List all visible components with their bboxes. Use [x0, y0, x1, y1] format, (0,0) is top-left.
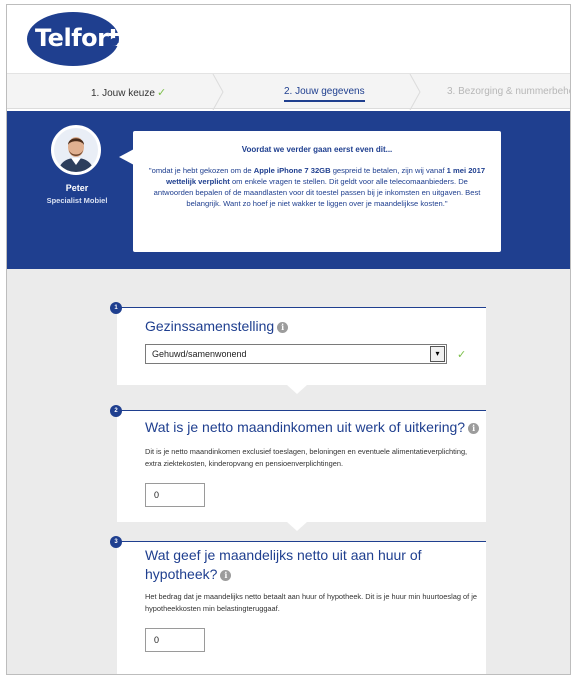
page-frame: Telfort 1. Jouw keuze ✓ 2. Jouw gegevens … — [6, 4, 571, 675]
question-title-line-2: hypotheek? i — [145, 565, 422, 584]
form-area: 1 Gezinssamenstelling i Gehuwd/samenwonen… — [7, 269, 570, 674]
question-title-text: hypotheek? — [145, 566, 218, 582]
advisor-section: Peter Specialist Mobiel Voordat we verde… — [7, 111, 570, 269]
info-icon[interactable]: i — [277, 322, 289, 333]
speech-bubble: Voordat we verder gaan eerst even dit...… — [133, 131, 501, 252]
check-icon: ✓ — [156, 87, 167, 99]
bubble-text: "omdat je hebt gekozen om de Apple iPhon… — [147, 165, 487, 209]
checkout-steps: 1. Jouw keuze ✓ 2. Jouw gegevens 3. Bezor… — [7, 73, 570, 110]
step-jouw-keuze[interactable]: 1. Jouw keuze ✓ — [91, 86, 166, 99]
bubble-text-part: "omdat je hebt gekozen om de — [148, 166, 254, 175]
site-header: Telfort — [7, 5, 570, 73]
huur-hypotheek-input[interactable]: 0 — [145, 628, 205, 652]
netto-inkomen-input[interactable]: 0 — [145, 483, 205, 507]
card-pointer — [287, 385, 307, 394]
avatar — [51, 125, 101, 175]
step-separator — [409, 74, 421, 110]
speech-bubble-tail — [119, 149, 134, 165]
logo-text: Telfort — [35, 24, 120, 52]
select-value: Gehuwd/samenwonend — [152, 349, 247, 359]
question-card: 2 Wat is je netto maandinkomen uit werk … — [110, 405, 486, 531]
bubble-text-part: gespreid te betalen, zijn wij vanaf — [330, 166, 447, 175]
step-label: 1. Jouw keuze — [91, 88, 155, 99]
bubble-text-bold: Apple iPhone 7 32GB — [253, 166, 331, 175]
info-icon[interactable]: i — [220, 570, 232, 581]
question-title-text: Gezinssamenstelling — [145, 318, 275, 334]
logo-dot — [110, 38, 118, 46]
question-title-line: Wat geef je maandelijks netto uit aan hu… — [145, 547, 422, 563]
step-label: 3. Bezorging & nummerbehoud — [447, 86, 570, 97]
question-number: 3 — [110, 536, 122, 548]
bubble-title: Voordat we verder gaan eerst even dit... — [241, 145, 393, 154]
question-card: 1 Gezinssamenstelling i Gehuwd/samenwonen… — [110, 302, 486, 394]
step-bezorging[interactable]: 3. Bezorging & nummerbehoud — [447, 86, 570, 97]
step-label: 2. Jouw gegevens — [284, 86, 365, 97]
question-description: Dit is je netto maandinkomen exclusief t… — [145, 447, 468, 468]
question-title: Gezinssamenstelling i — [145, 317, 289, 336]
step-separator — [212, 74, 224, 110]
card-pointer — [287, 522, 307, 531]
question-title: Wat is je netto maandinkomen uit werk of… — [145, 418, 480, 437]
question-title-text: Wat is je netto maandinkomen uit werk of… — [145, 419, 466, 435]
person-icon — [54, 128, 98, 172]
step-jouw-gegevens[interactable]: 2. Jouw gegevens — [284, 86, 365, 102]
gezinssamenstelling-select[interactable]: Gehuwd/samenwonend ▾ — [145, 344, 447, 364]
chevron-down-icon[interactable]: ▾ — [430, 346, 445, 362]
question-number: 1 — [110, 302, 122, 314]
question-description: Het bedrag dat je maandelijks netto beta… — [145, 592, 477, 613]
question-number: 2 — [110, 405, 122, 417]
question-card: 3 Wat geef je maandelijks netto uit aan … — [110, 536, 486, 674]
info-icon[interactable]: i — [468, 423, 480, 434]
check-icon: ✓ — [457, 349, 467, 361]
advisor-role: Specialist Mobiel — [46, 196, 108, 205]
question-title: Wat geef je maandelijks netto uit aan hu… — [145, 546, 422, 584]
advisor-name: Peter — [65, 183, 89, 193]
telfort-logo[interactable]: Telfort — [27, 12, 120, 66]
